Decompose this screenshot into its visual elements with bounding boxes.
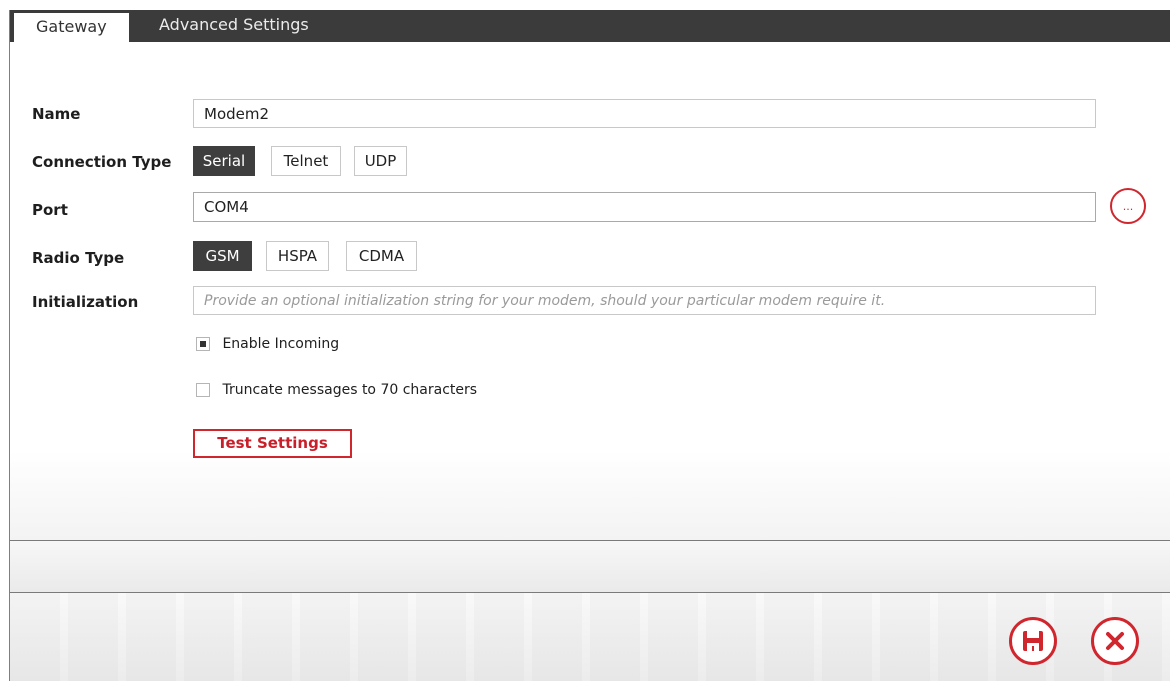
- tab-advanced-settings[interactable]: Advanced Settings: [137, 10, 331, 42]
- enable-incoming-checkbox[interactable]: [196, 337, 210, 351]
- radio-hspa-option[interactable]: HSPA: [266, 241, 329, 271]
- save-button[interactable]: [1009, 617, 1057, 665]
- enable-incoming-checkbox-row[interactable]: Enable Incoming: [196, 336, 339, 352]
- test-settings-button[interactable]: Test Settings: [193, 429, 352, 458]
- name-label: Name: [32, 105, 81, 123]
- name-input[interactable]: [193, 99, 1096, 128]
- connection-udp-option[interactable]: UDP: [354, 146, 407, 176]
- gateway-form: Name Connection Type Serial Telnet UDP P…: [10, 42, 1170, 540]
- modem-settings-panel: Gateway Advanced Settings Name Connectio…: [9, 10, 1170, 681]
- port-input[interactable]: [193, 192, 1096, 222]
- connection-type-label: Connection Type: [32, 153, 172, 171]
- radio-type-label: Radio Type: [32, 249, 125, 267]
- truncate-label: Truncate messages to 70 characters: [222, 382, 478, 398]
- radio-cdma-option[interactable]: CDMA: [346, 241, 417, 271]
- browse-port-button[interactable]: ...: [1110, 188, 1146, 224]
- tab-bar: Gateway Advanced Settings: [10, 10, 1170, 42]
- connection-telnet-option[interactable]: Telnet: [271, 146, 341, 176]
- truncate-checkbox-row[interactable]: Truncate messages to 70 characters: [196, 382, 477, 398]
- cancel-button[interactable]: [1091, 617, 1139, 665]
- close-icon: [1106, 632, 1124, 650]
- footer-bar: [10, 593, 1170, 681]
- port-label: Port: [32, 201, 68, 219]
- initialization-input[interactable]: [193, 286, 1096, 315]
- tab-gateway[interactable]: Gateway: [14, 13, 129, 42]
- ellipsis-icon: ...: [1122, 200, 1134, 213]
- truncate-checkbox[interactable]: [196, 383, 210, 397]
- initialization-label: Initialization: [32, 293, 139, 311]
- save-icon: [1023, 631, 1043, 651]
- connection-serial-option[interactable]: Serial: [193, 146, 255, 176]
- enable-incoming-label: Enable Incoming: [222, 336, 340, 352]
- status-band: [10, 541, 1170, 592]
- radio-gsm-option[interactable]: GSM: [193, 241, 252, 271]
